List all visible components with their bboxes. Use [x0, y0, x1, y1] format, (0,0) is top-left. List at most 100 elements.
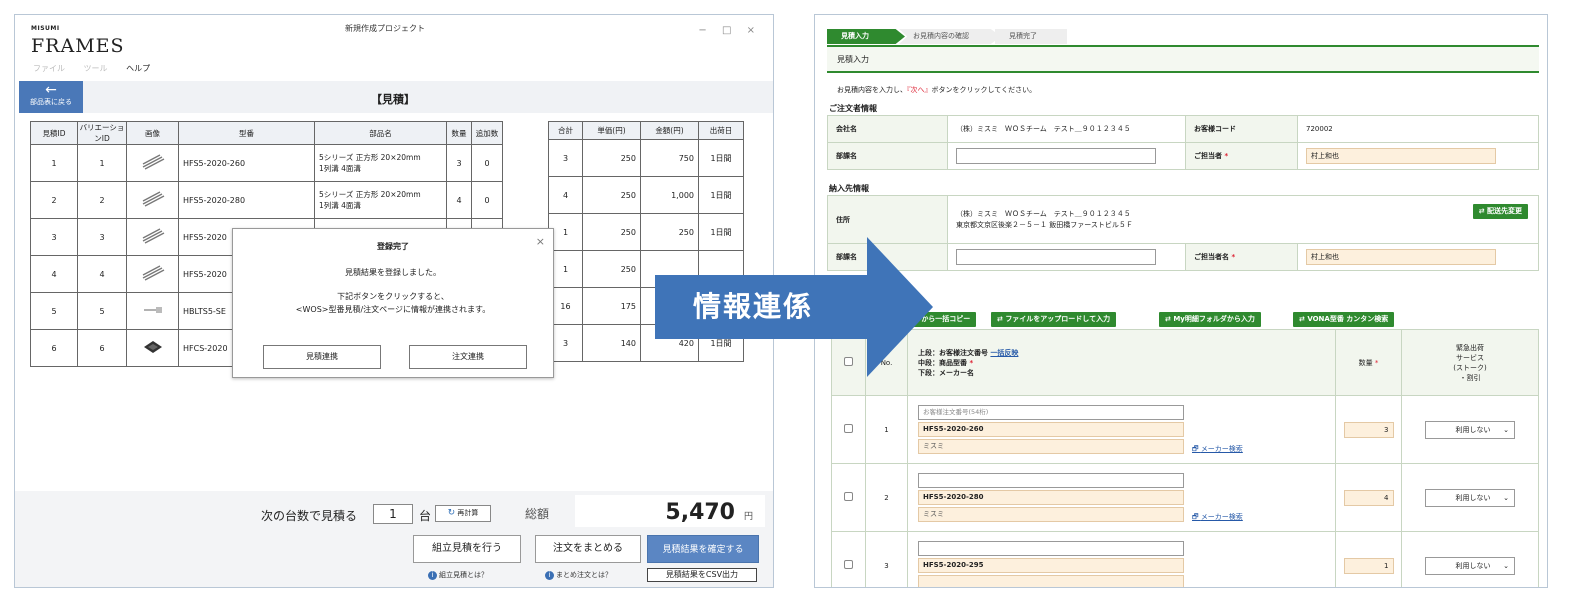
quote-link-button[interactable]: 見積連携 [263, 345, 381, 369]
back-button-label: 部品表に戻る [30, 98, 72, 106]
aluminum-frame-icon [142, 154, 164, 170]
col-total: 合計 [548, 121, 583, 140]
window-title: 新規作成プロジェクト [345, 24, 425, 33]
chevron-down-icon: ⌄ [1503, 493, 1509, 502]
confirm-quote-button[interactable]: 見積結果を確定する [647, 535, 759, 563]
table-row[interactable]: 3 HFS5-2020-295 1 利用しない ⌄ [831, 531, 1539, 587]
qty-label: 次の台数で見積る [261, 509, 358, 523]
col-variation-id: バリエーションID [77, 121, 127, 145]
orderer-heading: ご注文者情報 [829, 104, 877, 113]
page-title: 【見積】 [371, 93, 415, 106]
service-select[interactable]: 利用しない ⌄ [1425, 420, 1515, 439]
delivery-dept-input[interactable] [956, 249, 1156, 265]
total-amount: 5,470 [665, 500, 735, 525]
service-select[interactable]: 利用しない ⌄ [1425, 488, 1515, 507]
dialog-title: 登録完了 [377, 242, 409, 251]
col-quote-id: 見積ID [30, 121, 78, 145]
aluminum-frame-icon [142, 191, 164, 207]
change-address-button[interactable]: ⇄ 配送先変更 [1472, 204, 1528, 219]
qty-input[interactable]: 1 [1343, 557, 1394, 574]
col-unit-price: 単価(円) [582, 121, 641, 140]
dialog-message: 見積結果を登録しました。 [345, 268, 441, 277]
total-label: 総額 [525, 507, 550, 521]
arrow-label: 情報連係 [693, 290, 814, 323]
back-arrow-icon: ← [45, 82, 57, 98]
section-title: 見積入力 [827, 47, 1539, 73]
aluminum-frame-icon [142, 265, 164, 281]
orderer-dept-input[interactable] [956, 148, 1156, 164]
maker-search-link[interactable]: 🗗 メーカー検索 [1192, 444, 1243, 456]
delivery-heading: 納入先情報 [829, 184, 869, 193]
step-quote-input: 見積入力 [827, 29, 905, 44]
order-number-input[interactable] [918, 541, 1184, 556]
qty-input[interactable]: 3 [1343, 421, 1394, 438]
vona-search-button[interactable]: ⇄ VONA型番 カンタン検索 [1293, 312, 1395, 327]
table-row: 4 250 1,000 1日間 [548, 176, 744, 214]
col-add: 追加数 [471, 121, 503, 145]
part-number-input[interactable]: HFS5-2020-280 [918, 490, 1184, 505]
maker-input[interactable]: ミスミ [918, 439, 1184, 454]
aluminum-frame-icon [142, 228, 164, 244]
order-number-input[interactable] [918, 473, 1184, 488]
close-icon[interactable]: × [536, 235, 545, 248]
maker-input[interactable] [918, 575, 1184, 587]
col-part-number: 型番 [178, 121, 315, 145]
dialog-message-2: 下記ボタンをクリックすると、 [337, 292, 449, 301]
col-amount: 金額(円) [640, 121, 699, 140]
title-band [83, 81, 773, 113]
assembly-quote-button[interactable]: 組立見積を行う [413, 535, 521, 563]
row-checkbox[interactable] [844, 424, 853, 433]
instruction-text: お見積内容を入力し、『次へ』ボタンをクリックしてください。 [837, 86, 1037, 94]
maker-input[interactable]: ミスミ [918, 507, 1184, 522]
maker-search-link[interactable]: 🗗 メーカー検索 [1192, 512, 1243, 524]
table-row[interactable]: 2 2 HFS5-2020-280 5シリーズ 正方形 20×20mm 1列溝 4… [30, 181, 503, 219]
order-link-button[interactable]: 注文連携 [409, 345, 527, 369]
parts-table: No. 上段：お客様注文番号 一括反映 中段：商品型番 * 下段：メーカー名 数… [831, 329, 1539, 587]
service-select[interactable]: 利用しない ⌄ [1425, 556, 1515, 575]
step-complete: 見積完了 [995, 29, 1067, 44]
col-qty: 数量 [446, 121, 472, 145]
file-upload-button[interactable]: ⇄ ファイルをアップロードして入力 [991, 312, 1117, 327]
dialog-message-3: <WOS>型番見積/注文ページに情報が連携されます。 [295, 305, 491, 314]
unit-count-input[interactable]: 1 [373, 504, 413, 524]
table-row[interactable]: 2 HFS5-2020-280 ミスミ 🗗 メーカー検索 4 利用しない ⌄ [831, 463, 1539, 532]
part-number-input[interactable]: HFS5-2020-260 [918, 422, 1184, 437]
bolt-icon [143, 307, 162, 313]
chevron-down-icon: ⌄ [1503, 561, 1509, 570]
window-controls[interactable]: − □ × [698, 25, 761, 36]
table-row[interactable]: 1 1 HFS5-2020-260 5シリーズ 正方形 20×20mm 1列溝 4… [30, 144, 503, 182]
qty-unit: 台 [419, 509, 432, 523]
part-number-input[interactable]: HFS5-2020-295 [918, 558, 1184, 573]
orderer-table: 会社名 （株）ミスミ ＷＯＳチーム テスト＿９０１２３４５ お客様コード 720… [827, 115, 1539, 170]
col-part-name: 部品名 [314, 121, 447, 145]
assembly-help-link[interactable]: i 組立見積とは？ [428, 570, 488, 580]
combine-help-link[interactable]: i まとめ注文とは？ [545, 570, 612, 580]
my-folder-input-button[interactable]: ⇄ My明細フォルダから入力 [1159, 312, 1261, 327]
order-number-input[interactable]: お客様注文番号(54桁) [918, 405, 1184, 420]
orderer-person-input[interactable]: 村上和也 [1306, 148, 1496, 164]
delivery-person-input[interactable]: 村上和也 [1306, 249, 1496, 265]
back-to-parts-button[interactable]: ← 部品表に戻る [19, 81, 83, 113]
combine-orders-button[interactable]: 注文をまとめる [535, 535, 641, 563]
menu-bar: ファイル ツール ヘルプ [33, 63, 166, 74]
recalculate-button[interactable]: ↻ 再計算 [435, 505, 491, 522]
col-ship-date: 出荷日 [698, 121, 744, 140]
step-confirm: お見積内容の確認 [899, 29, 1001, 44]
row-checkbox[interactable] [844, 492, 853, 501]
table-row[interactable]: 1 お客様注文番号(54桁) HFS5-2020-260 ミスミ 🗗 メーカー検… [831, 395, 1539, 464]
refresh-icon: ↻ [447, 508, 456, 518]
chevron-down-icon: ⌄ [1503, 425, 1509, 434]
menu-help[interactable]: ヘルプ [126, 64, 150, 73]
row-checkbox[interactable] [844, 560, 853, 569]
bulk-apply-link[interactable]: 一括反映 [990, 349, 1018, 357]
menu-tools[interactable]: ツール [84, 64, 108, 73]
table-row: 3 250 750 1日間 [548, 139, 744, 177]
info-icon: i [545, 571, 554, 580]
csv-export-button[interactable]: 見積結果をCSV出力 [647, 568, 757, 582]
cap-icon [143, 341, 162, 353]
frames-logo: FRAMES [31, 35, 125, 57]
misumi-logo-small: MISUMI [31, 25, 60, 32]
col-image: 画像 [126, 121, 179, 145]
qty-input[interactable]: 4 [1343, 489, 1394, 506]
menu-file[interactable]: ファイル [33, 64, 65, 73]
